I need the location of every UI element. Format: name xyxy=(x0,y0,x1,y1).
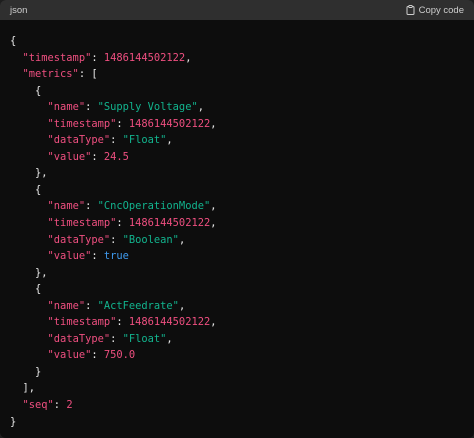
code-block: json Copy code { "timestamp": 1486144502… xyxy=(0,0,474,438)
json-key: "value" xyxy=(47,250,92,263)
code-line: "value": 750.0 xyxy=(47,349,136,362)
code-block-header: json Copy code xyxy=(0,0,474,20)
code-line: "value": 24.5 xyxy=(47,150,129,163)
json-number: 2 xyxy=(66,399,73,412)
code-line: "timestamp": 1486144502122, xyxy=(22,51,192,64)
code-line: { xyxy=(35,84,42,97)
json-number: 24.5 xyxy=(103,150,129,163)
copy-code-label: Copy code xyxy=(418,4,464,16)
code-line: "value": true xyxy=(47,250,129,263)
json-key: "dataType" xyxy=(47,233,111,246)
code-line: } xyxy=(35,365,42,378)
json-key: "name" xyxy=(47,200,86,213)
json-key: "value" xyxy=(47,150,92,163)
json-number: 1486144502122 xyxy=(128,117,211,130)
json-string: "Supply Voltage" xyxy=(97,101,198,114)
json-key: "dataType" xyxy=(47,134,111,147)
json-string: "CncOperationMode" xyxy=(97,200,211,213)
code-line: "name": "Supply Voltage", xyxy=(47,101,204,114)
json-string: "ActFeedrate" xyxy=(97,299,179,312)
code-line: "seq": 2 xyxy=(22,399,73,412)
json-number: 1486144502122 xyxy=(128,316,211,329)
json-boolean: true xyxy=(103,250,129,263)
json-number: 750.0 xyxy=(103,349,136,362)
json-number: 1486144502122 xyxy=(128,217,211,230)
json-string: "Boolean" xyxy=(122,233,179,246)
json-key: "timestamp" xyxy=(47,316,117,329)
code-line: "timestamp": 1486144502122, xyxy=(47,316,217,329)
json-key: "name" xyxy=(47,299,86,312)
code-content: { "timestamp": 1486144502122, "metrics":… xyxy=(0,20,474,430)
json-key: "seq" xyxy=(22,399,54,412)
language-label: json xyxy=(10,4,28,16)
json-string: "Float" xyxy=(122,332,167,345)
code-line: "dataType": "Float", xyxy=(47,134,173,147)
json-key: "timestamp" xyxy=(22,51,92,64)
json-key: "timestamp" xyxy=(47,217,117,230)
code-line: { xyxy=(35,183,42,196)
json-string: "Float" xyxy=(122,134,167,147)
code-line: "timestamp": 1486144502122, xyxy=(47,117,217,130)
code-line: { xyxy=(35,283,42,296)
code-line: "dataType": "Float", xyxy=(47,332,173,345)
code-line: "metrics": [ xyxy=(22,68,98,81)
code-line: }, xyxy=(35,167,48,180)
code-line: "timestamp": 1486144502122, xyxy=(47,217,217,230)
code-line: ], xyxy=(22,382,36,395)
code-line: "dataType": "Boolean", xyxy=(47,233,186,246)
clipboard-icon xyxy=(406,5,415,15)
code-line: } xyxy=(10,415,17,428)
json-number: 1486144502122 xyxy=(103,51,186,64)
json-key: "name" xyxy=(47,101,86,114)
json-key: "timestamp" xyxy=(47,117,117,130)
json-key: "dataType" xyxy=(47,332,111,345)
copy-code-button[interactable]: Copy code xyxy=(406,5,464,16)
json-key: "value" xyxy=(47,349,92,362)
code-line: { xyxy=(10,35,17,47)
json-key: "metrics" xyxy=(22,68,79,81)
code-line: "name": "ActFeedrate", xyxy=(47,299,186,312)
code-line: }, xyxy=(35,266,48,279)
code-line: "name": "CncOperationMode", xyxy=(47,200,217,213)
